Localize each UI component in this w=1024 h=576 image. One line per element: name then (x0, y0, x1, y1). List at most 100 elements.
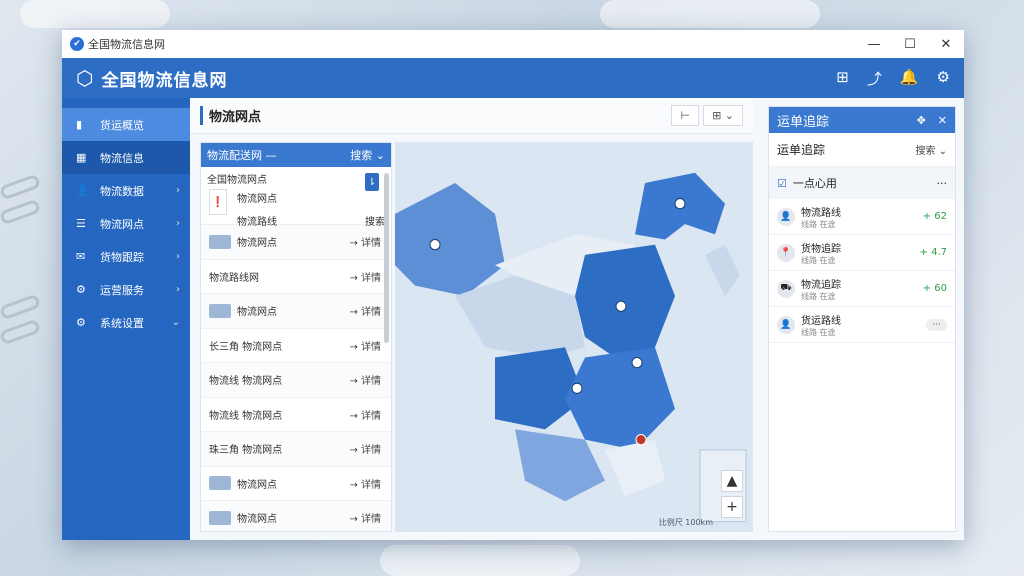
pin-icon[interactable]: ✥ (917, 114, 926, 127)
sidebar-item-label: 物流数据 (100, 184, 144, 198)
close-icon[interactable]: ✕ (938, 114, 947, 127)
quick-label: 一点心用 (792, 177, 837, 190)
grid-icon: ▦ (76, 151, 87, 164)
list-item-label: 物流网点 (237, 479, 277, 491)
detail-link[interactable]: → 详情 (349, 303, 381, 318)
list-item[interactable]: 长三角 物流网点 → 详情 (201, 329, 391, 363)
tracking-item-name: 物流路线 (801, 207, 841, 219)
chevron-right-icon: › (176, 284, 180, 295)
tracking-item[interactable]: 👤 货运路线 线路 在途 ··· (769, 307, 955, 343)
detail-link[interactable]: → 详情 (349, 441, 381, 456)
map-marker-alert[interactable] (635, 433, 647, 446)
zoom-in-button[interactable]: + (721, 496, 743, 518)
map-scale: 比例尺 100km (658, 518, 713, 527)
sidebar-item-data[interactable]: 👤 物流数据 › (62, 174, 190, 207)
detail-link[interactable]: → 详情 (349, 338, 381, 353)
filter-badge[interactable]: ⇂ (365, 173, 379, 191)
map-marker[interactable] (674, 197, 686, 210)
china-map[interactable]: ▲ + 比例尺 100km (395, 142, 753, 532)
zoom-up-button[interactable]: ▲ (721, 470, 743, 492)
grid-view-button[interactable]: ⊞ ⌄ (703, 105, 743, 126)
app-title: 全国物流信息网 (101, 70, 228, 91)
check-icon: ☑ (777, 176, 787, 190)
truck-thumbnail (209, 476, 231, 491)
map-canvas (395, 142, 753, 532)
maximize-button[interactable]: ☐ (892, 30, 928, 58)
detail-link[interactable]: → 详情 (349, 372, 381, 387)
list-item[interactable]: 物流网点 → 详情 (201, 467, 391, 501)
truck-thumbnail (209, 234, 231, 249)
tracking-item[interactable]: 👤 物流路线 线路 在途 + 62 (769, 199, 955, 235)
notebook-spiral (0, 293, 42, 321)
share-icon[interactable]: ⤴ (867, 68, 882, 89)
map-marker[interactable] (571, 382, 583, 394)
notebook-spiral (0, 173, 42, 201)
list-item[interactable]: 物流网点 → 详情 (201, 294, 391, 329)
logo-icon: ⬡ (76, 66, 94, 90)
sidebar-item-settings[interactable]: ⚙ 系统设置 ⌄ (62, 306, 190, 339)
list-item[interactable]: 珠三角 物流网点 → 详情 (201, 432, 391, 467)
map-marker[interactable] (631, 357, 643, 369)
map-zoom-controls: ▲ + (721, 470, 743, 518)
tracking-item-sub: 线路 在途 (801, 255, 836, 265)
tracking-item[interactable]: 📍 货物追踪 线路 在途 + 4.7 (769, 235, 955, 271)
list-item-label: 物流网点 (237, 514, 277, 526)
more-icon[interactable]: ··· (937, 177, 948, 190)
view-buttons: ⊢ ⊞ ⌄ (671, 105, 743, 126)
detail-link[interactable]: → 详情 (349, 476, 381, 491)
tracking-select[interactable]: 搜索 ⌄ (915, 142, 947, 157)
mail-icon: ✉ (76, 250, 86, 263)
sidebar-item-info[interactable]: ▦ 物流信息 (62, 141, 190, 174)
close-button[interactable]: ✕ (928, 30, 964, 58)
window-titlebar: ✔ 全国物流信息网 — ☐ ✕ (62, 30, 964, 58)
tracking-item-sub: 线路 在途 (801, 219, 836, 229)
list-item-label: 物流路线网 (209, 272, 259, 284)
detail-link[interactable]: → 详情 (349, 407, 381, 422)
list-item[interactable]: 物流网点 → 详情 (201, 225, 391, 260)
outlet-list-panel: 物流配送网 — 搜索 ⌄ 全国物流网点 ❗ 物流网点 物流路线 搜索 ⇂ 物流网… (200, 142, 392, 532)
sidebar-item-outlets[interactable]: ☰ 物流网点 › (62, 207, 190, 240)
chevron-right-icon: › (176, 251, 180, 262)
tracking-item[interactable]: ⛟ 物流追踪 线路 在途 + 60 (769, 271, 955, 307)
more-options-button[interactable]: ··· (926, 318, 947, 331)
minimize-button[interactable]: — (856, 30, 892, 58)
summary-search[interactable]: 搜索 (365, 213, 385, 228)
list-item[interactable]: 物流路线网 → 详情 (201, 260, 391, 294)
list-filter-dropdown[interactable]: 搜索 ⌄ (350, 147, 385, 163)
summary-route: 物流路线 (237, 217, 277, 228)
tracking-title: 运单追踪 (777, 114, 830, 130)
list-item[interactable]: 物流线 物流网点 → 详情 (201, 398, 391, 432)
background-shape (380, 545, 580, 576)
chevron-down-icon: ⌄ (171, 317, 180, 328)
detail-link[interactable]: → 详情 (349, 510, 381, 525)
location-pin-icon: 📍 (777, 243, 795, 262)
sidebar-item-label: 系统设置 (100, 316, 144, 330)
list-item[interactable]: 物流线 物流网点 → 详情 (201, 363, 391, 398)
tracking-panel: 运单追踪 ✥ ✕ 运单追踪 搜索 ⌄ ☑ 一点心用 ··· 👤 物流路线 线路 … (768, 106, 956, 532)
background-shape (600, 0, 820, 28)
list-item-label: 珠三角 物流网点 (209, 445, 283, 457)
qr-icon[interactable]: ⊞ (836, 68, 849, 89)
list-icon: ☰ (76, 217, 86, 230)
tracking-item-sub: 线路 在途 (801, 327, 836, 337)
list-scrollbar[interactable] (384, 173, 389, 343)
app-icon: ✔ (70, 37, 84, 51)
sidebar-item-services[interactable]: ⚙ 运营服务 › (62, 273, 190, 306)
settings-icon[interactable]: ⚙ (937, 68, 950, 89)
map-marker[interactable] (429, 238, 441, 251)
list-item-label: 物流线 物流网点 (209, 410, 283, 422)
detail-link[interactable]: → 详情 (349, 269, 381, 284)
detail-link[interactable]: → 详情 (349, 234, 381, 249)
bell-icon[interactable]: 🔔 (900, 68, 919, 89)
list-item-label: 物流线 物流网点 (209, 376, 283, 388)
summary-subtitle: 物流网点 (237, 194, 277, 205)
sidebar-item-tracking[interactable]: ✉ 货物跟踪 › (62, 240, 190, 273)
truck-thumbnail (209, 303, 231, 318)
summary-card[interactable]: 全国物流网点 ❗ 物流网点 物流路线 搜索 ⇂ (201, 167, 391, 228)
sidebar-item-label: 运营服务 (100, 283, 144, 297)
layout-button[interactable]: ⊢ (671, 105, 700, 126)
sidebar-item-overview[interactable]: ▮ 货运概览 (62, 108, 190, 141)
map-marker[interactable] (615, 300, 627, 312)
quick-action-row[interactable]: ☑ 一点心用 ··· (769, 167, 955, 199)
list-item[interactable]: 物流网点 → 详情 (201, 501, 391, 531)
